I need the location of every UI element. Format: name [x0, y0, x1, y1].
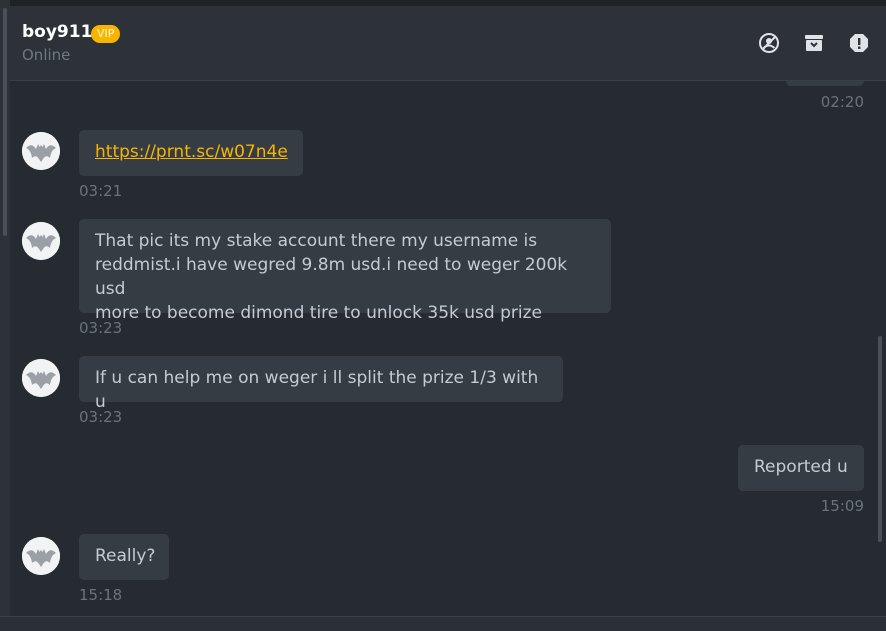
- composer-edge: [0, 616, 886, 631]
- message-time: 02:20: [820, 93, 864, 111]
- message-time: 15:09: [820, 497, 864, 515]
- avatar[interactable]: [22, 537, 60, 575]
- message-bubble: If u can help me on weger i ll split the…: [79, 356, 563, 412]
- bat-avatar-icon: [22, 537, 60, 575]
- chat-header: boy911 VIP Online: [10, 6, 886, 81]
- contact-status: Online: [22, 46, 71, 64]
- message-bubble: That pic its my stake account there my u…: [79, 219, 611, 323]
- message-time: 03:23: [79, 319, 123, 337]
- avatar[interactable]: [22, 222, 60, 260]
- chat-window: 02:20 https://prnt.sc/w07n4e 03:21 That …: [0, 0, 886, 631]
- message-bubble-outgoing: Reported u: [738, 445, 864, 491]
- message-link[interactable]: https://prnt.sc/w07n4e: [95, 142, 288, 162]
- report-icon[interactable]: [848, 32, 870, 54]
- message-text-line: more to become dimond tire to unlock 35k…: [95, 303, 542, 323]
- vip-badge: VIP: [91, 25, 121, 43]
- message-text: Reported u: [754, 457, 848, 477]
- message-time: 15:18: [79, 586, 123, 604]
- contact-name[interactable]: boy911: [22, 22, 92, 42]
- message-text: If u can help me on weger i ll split the…: [95, 368, 539, 412]
- message-time: 03:23: [79, 408, 123, 426]
- bat-avatar-icon: [22, 132, 60, 170]
- message-time: 03:21: [79, 182, 123, 200]
- message-text: Really?: [95, 546, 156, 566]
- message-bubble: https://prnt.sc/w07n4e: [79, 130, 303, 176]
- left-panel-scrollbar[interactable]: [0, 0, 10, 630]
- bat-avatar-icon: [22, 222, 60, 260]
- bat-avatar-icon: [22, 359, 60, 397]
- archive-icon[interactable]: [803, 32, 825, 54]
- left-scrollbar-thumb[interactable]: [3, 8, 7, 236]
- message-text-line: reddmist.i have wegred 9.8m usd.i need t…: [95, 255, 568, 299]
- message-text-line: That pic its my stake account there my u…: [95, 231, 538, 251]
- avatar[interactable]: [22, 359, 60, 397]
- block-icon[interactable]: [758, 32, 780, 54]
- avatar[interactable]: [22, 132, 60, 170]
- message-bubble: Really?: [79, 534, 169, 580]
- chat-scrollbar[interactable]: [878, 336, 882, 542]
